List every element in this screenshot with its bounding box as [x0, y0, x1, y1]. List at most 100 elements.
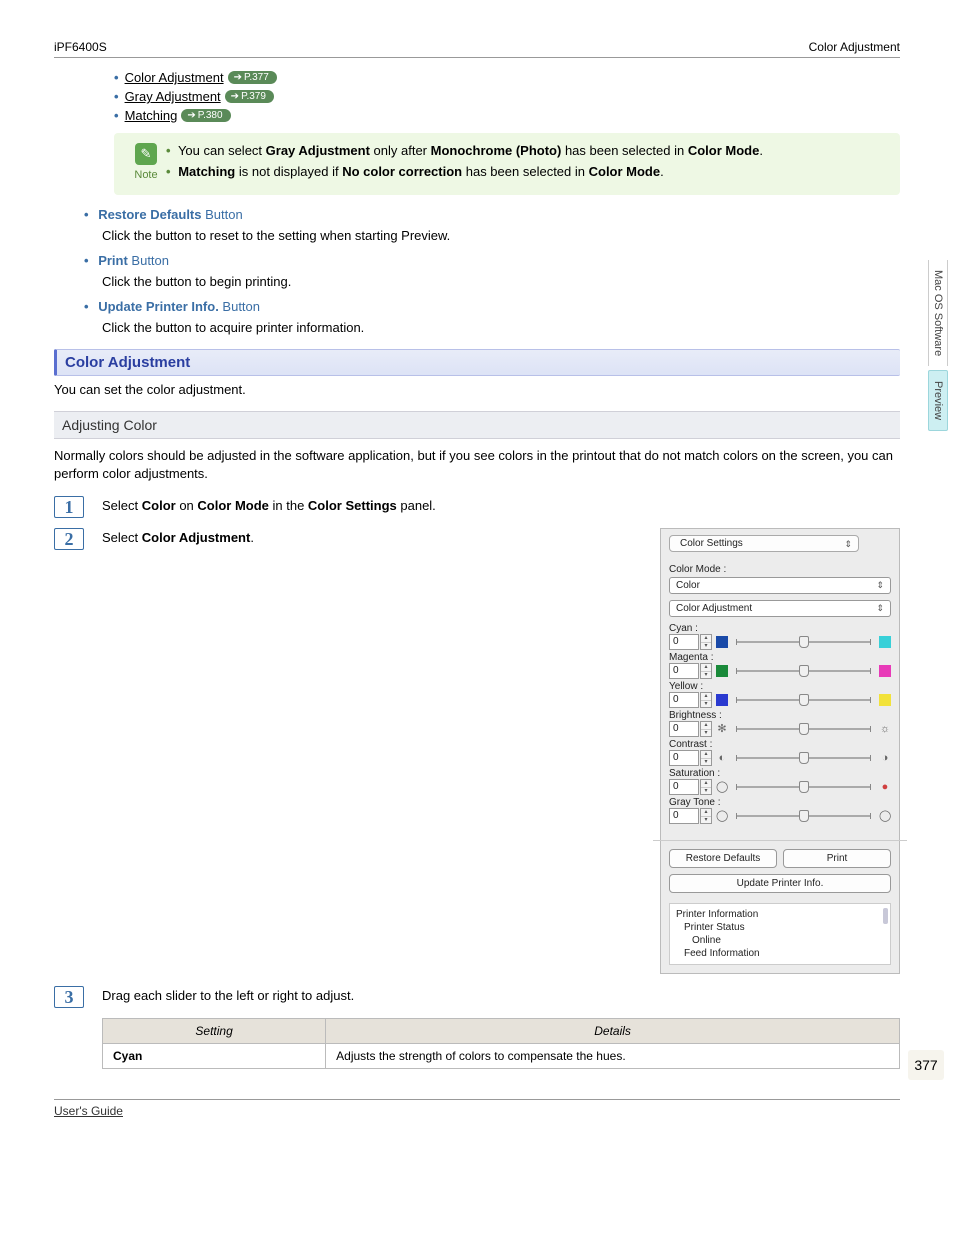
step-text: Drag each slider to the left or right to…: [102, 986, 354, 1008]
info-status: Printer Status: [684, 921, 884, 934]
chevron-up-icon: ▴: [701, 780, 711, 788]
slider-value-input[interactable]: 0: [669, 808, 699, 824]
slider-value-input[interactable]: 0: [669, 634, 699, 650]
page-header: iPF6400S Color Adjustment: [54, 40, 900, 58]
note-line: • Matching is not displayed if No color …: [166, 164, 888, 179]
slider-label: Cyan :: [669, 623, 891, 634]
stepper[interactable]: ▴▾: [700, 721, 712, 737]
side-tab-preview[interactable]: Preview: [928, 370, 948, 431]
section-desc: You can set the color adjustment.: [54, 382, 900, 397]
slider-thumb[interactable]: [799, 694, 809, 706]
color-mode-label: Color Mode :: [669, 564, 891, 575]
slider-value-input[interactable]: 0: [669, 721, 699, 737]
chevron-up-icon: ▴: [701, 809, 711, 817]
slider-value-input[interactable]: 0: [669, 779, 699, 795]
step-number: 3: [54, 986, 84, 1008]
chevron-updown-icon: ⇕: [876, 580, 884, 591]
table-header-details: Details: [326, 1019, 900, 1044]
bullet-icon: •: [114, 108, 119, 123]
restore-defaults-button[interactable]: Restore Defaults: [669, 849, 777, 868]
subsection-update: • Update Printer Info. Button: [84, 299, 900, 314]
slider-thumb[interactable]: [799, 723, 809, 735]
slider-value-input[interactable]: 0: [669, 750, 699, 766]
slider-track[interactable]: [736, 757, 871, 759]
slider-track[interactable]: [736, 786, 871, 788]
chevron-updown-icon: ⇕: [844, 539, 852, 550]
slider-track[interactable]: [736, 699, 871, 701]
slider-row: 0 ▴▾ ◯ ◯: [669, 808, 891, 824]
bullet-icon: •: [114, 89, 119, 104]
slider-row: 0 ▴▾: [669, 692, 891, 708]
chevron-down-icon: ▾: [701, 759, 711, 766]
slider-right-icon: ◑: [879, 752, 891, 764]
color-swatch-icon: [716, 636, 728, 648]
bullet-icon: •: [84, 207, 89, 222]
adjusting-para: Normally colors should be adjusted in th…: [54, 447, 900, 482]
step-text: Select Color on Color Mode in the Color …: [102, 496, 436, 518]
slider-track[interactable]: [736, 815, 871, 817]
stepper[interactable]: ▴▾: [700, 663, 712, 679]
arrow-icon: ➔: [231, 91, 239, 102]
stepper[interactable]: ▴▾: [700, 634, 712, 650]
stepper[interactable]: ▴▾: [700, 750, 712, 766]
link-gray-adjustment[interactable]: Gray Adjustment: [125, 89, 221, 104]
link-matching[interactable]: Matching: [125, 108, 178, 123]
top-link-list: • Color Adjustment ➔P.377 • Gray Adjustm…: [114, 70, 900, 123]
slider-row: 0 ▴▾ ◯ ●: [669, 779, 891, 795]
footer: User's Guide: [54, 1099, 900, 1118]
note-box: ✎ Note • You can select Gray Adjustment …: [114, 133, 900, 195]
slider-label: Magenta :: [669, 652, 891, 663]
slider-thumb[interactable]: [799, 752, 809, 764]
slider-track[interactable]: [736, 641, 871, 643]
panel-tab-select[interactable]: Color Settings⇕: [669, 535, 859, 552]
page-ref-pill[interactable]: ➔P.379: [225, 90, 274, 103]
stepper[interactable]: ▴▾: [700, 808, 712, 824]
table-cell-details: Adjusts the strength of colors to compen…: [326, 1044, 900, 1069]
bullet-icon: •: [114, 70, 119, 85]
slider-right-icon: ☼: [879, 723, 891, 735]
chevron-up-icon: ▴: [701, 664, 711, 672]
pencil-icon: ✎: [135, 143, 157, 165]
color-mode-select[interactable]: Color⇕: [669, 577, 891, 594]
chevron-updown-icon: ⇕: [876, 603, 884, 614]
bullet-icon: •: [84, 253, 89, 268]
slider-thumb[interactable]: [799, 781, 809, 793]
header-topic: Color Adjustment: [809, 40, 900, 54]
slider-right-icon: ◯: [879, 810, 891, 822]
slider-track[interactable]: [736, 670, 871, 672]
section-title-link[interactable]: Color Adjustment: [65, 354, 190, 371]
slider-left-icon: ◐: [716, 752, 728, 764]
slider-thumb[interactable]: [799, 665, 809, 677]
settings-table: Setting Details Cyan Adjusts the strengt…: [102, 1018, 900, 1069]
arrow-icon: ➔: [187, 110, 195, 121]
note-label: Note: [134, 169, 157, 181]
print-button[interactable]: Print: [783, 849, 891, 868]
slider-thumb[interactable]: [799, 810, 809, 822]
slider-track[interactable]: [736, 728, 871, 730]
page-ref-pill[interactable]: ➔P.377: [228, 71, 277, 84]
slider-label: Yellow :: [669, 681, 891, 692]
slider-value-input[interactable]: 0: [669, 692, 699, 708]
slider-thumb[interactable]: [799, 636, 809, 648]
link-row: • Gray Adjustment ➔P.379: [114, 89, 900, 104]
subheading: Adjusting Color: [54, 411, 900, 439]
subsection-restore: • Restore Defaults Button: [84, 207, 900, 222]
slider-left-icon: ✻: [716, 723, 728, 735]
footer-guide-link[interactable]: User's Guide: [54, 1104, 123, 1118]
update-printer-info-button[interactable]: Update Printer Info.: [669, 874, 891, 893]
subsection-desc: Click the button to reset to the setting…: [102, 228, 900, 243]
side-tabs: Mac OS Software Preview: [928, 260, 948, 435]
stepper[interactable]: ▴▾: [700, 779, 712, 795]
page-ref-pill[interactable]: ➔P.380: [181, 109, 230, 122]
stepper[interactable]: ▴▾: [700, 692, 712, 708]
slider-value-input[interactable]: 0: [669, 663, 699, 679]
step-1: 1 Select Color on Color Mode in the Colo…: [54, 496, 900, 518]
color-swatch-icon: [879, 665, 891, 677]
color-settings-panel: Color Settings⇕ Color Mode : Color⇕ Colo…: [660, 528, 900, 974]
chevron-down-icon: ▾: [701, 701, 711, 708]
scrollbar[interactable]: [883, 908, 888, 924]
color-adjustment-select[interactable]: Color Adjustment⇕: [669, 600, 891, 617]
info-online: Online: [692, 934, 884, 947]
side-tab-software[interactable]: Mac OS Software: [928, 260, 948, 366]
link-color-adjustment[interactable]: Color Adjustment: [125, 70, 224, 85]
